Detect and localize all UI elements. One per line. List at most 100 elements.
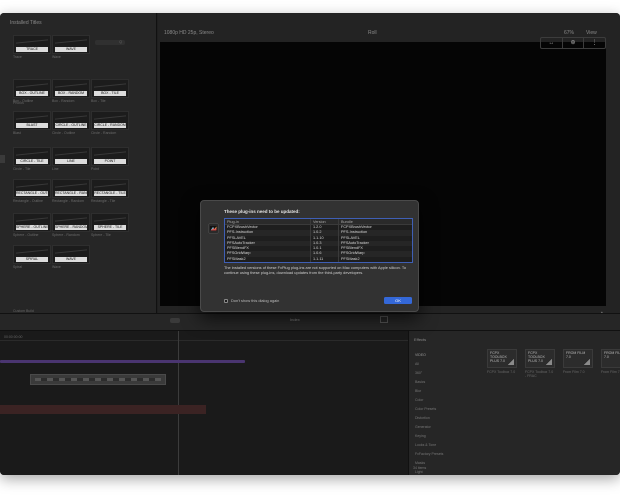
title-thumbnail[interactable]: RECTANGLE - TILE [91, 179, 129, 198]
effects-category-item[interactable]: Looks & Tone [409, 441, 481, 450]
video-clip[interactable] [30, 374, 166, 385]
title-thumbnail[interactable]: SPHERE - TILE [91, 213, 129, 232]
column-header-bundle[interactable]: Bundle [338, 219, 412, 224]
effects-category-item[interactable]: Blur [409, 387, 481, 396]
dont-show-again-checkbox[interactable]: Don't show this dialog again [224, 298, 279, 303]
roll-toggle[interactable]: Roll [368, 30, 377, 36]
dialog-heading: These plug-ins need to be updated: [224, 209, 300, 214]
title-tag: TRACE [16, 47, 48, 52]
title-tag: RECTANGLE - RANDOM [55, 191, 87, 196]
title-thumbnail[interactable]: BOX - TILE [91, 79, 129, 98]
effect-caption: From Film 7.0 [563, 370, 585, 374]
title-thumbnail[interactable]: TRACE [13, 35, 51, 54]
title-thumbnail[interactable]: WAVE [52, 245, 90, 264]
title-clip[interactable] [0, 360, 245, 363]
title-tile[interactable]: RECTANGLE - RANDOM Rectangle - Random [52, 179, 90, 203]
title-tile[interactable]: BOX - RANDOM Box - Random [52, 79, 90, 103]
title-tag: WAVE [55, 47, 87, 52]
version-cell: 1.1.11 [310, 256, 338, 262]
title-tile[interactable]: WAVE Wave [52, 245, 90, 269]
effects-category-item[interactable]: Generator [409, 423, 481, 432]
view-menu[interactable]: View [586, 30, 597, 36]
effect-thumbnail[interactable]: FCPX TOOLBOX PLUS 7.0 [487, 349, 517, 368]
title-tile[interactable]: SPHERE - TILE Sphere - Tile [91, 213, 129, 237]
effects-category-item[interactable]: Basics [409, 378, 481, 387]
item-count: 34 items [413, 466, 427, 470]
ok-button[interactable]: OK [384, 297, 412, 304]
column-header-version[interactable]: Version [310, 219, 338, 224]
plugin-table[interactable]: Plug-in Version Bundle FCPXBrushVector 1.… [224, 218, 413, 263]
title-thumbnail[interactable]: BLAST [13, 111, 51, 130]
checkbox-box[interactable] [224, 298, 228, 303]
title-tile[interactable]: RECTANGLE - OUTLINE Rectangle - Outline [13, 179, 51, 203]
titles-browser: Installed Titles Q Photos Custom Build T… [0, 13, 157, 313]
playhead[interactable] [178, 331, 179, 475]
timeline-ruler[interactable]: 00:00:00:00 [0, 333, 408, 341]
title-tile[interactable]: WAVE Wave [52, 35, 90, 59]
effects-category-item[interactable]: VIDEO [409, 351, 481, 360]
title-name: Blast [13, 131, 21, 135]
effect-thumbnail[interactable]: FROM FILM 7.0 [563, 349, 593, 368]
title-tile[interactable]: SPHERE - OUTLINE Sphere - Outline [13, 213, 51, 237]
effects-category-item[interactable]: Color [409, 396, 481, 405]
effects-category-item[interactable]: All [409, 360, 481, 369]
table-row[interactable]: PFSMask2 1.1.11 PFSMask2 [225, 256, 412, 262]
title-thumbnail[interactable]: BOX - RANDOM [52, 79, 90, 98]
title-tag: SPHERE - TILE [94, 225, 126, 230]
browser-title: Installed Titles [10, 20, 42, 26]
effects-category-item[interactable]: FxFactory Presets [409, 450, 481, 459]
title-thumbnail[interactable]: CIRCLE - TILE [13, 147, 51, 166]
effect-thumbnail[interactable]: FCPX TOOLBOX PLUS 7.0 [525, 349, 555, 368]
title-thumbnail[interactable]: SPHERE - RANDOM [52, 213, 90, 232]
clip-appearance-icon[interactable] [380, 316, 388, 323]
title-tile[interactable]: BOX - TILE Box - Tile [91, 79, 129, 103]
title-tile[interactable]: CIRCLE - OUTLINE Circle - Outline [52, 111, 90, 135]
effect-tile[interactable]: FCPX TOOLBOX PLUS 7.0 FCPX Toolbox 7.0 - … [525, 349, 555, 378]
title-name: Rectangle - Outline [13, 199, 43, 203]
title-thumbnail[interactable]: RECTANGLE - OUTLINE [13, 179, 51, 198]
title-thumbnail[interactable]: POINT [91, 147, 129, 166]
effects-category-item[interactable]: Keying [409, 432, 481, 441]
title-thumbnail[interactable]: RECTANGLE - RANDOM [52, 179, 90, 198]
effect-tile[interactable]: FROM FILM 7.0 From Film 7.0 [563, 349, 593, 374]
title-thumbnail[interactable]: SPHERE - OUTLINE [13, 213, 51, 232]
title-tag: SPHERE - OUTLINE [16, 225, 48, 230]
title-tile[interactable]: BOX - OUTLINE Box - Outline [13, 79, 51, 103]
overlay-icon[interactable]: ⊕ [563, 38, 585, 48]
column-header-plugin[interactable]: Plug-in [225, 219, 310, 224]
effect-tile[interactable]: FCPX TOOLBOX PLUS 7.0 FCPX Toolbox 7.0 [487, 349, 517, 374]
effects-category-item[interactable]: 360° [409, 369, 481, 378]
effects-category-item[interactable]: Color Presets [409, 405, 481, 414]
title-name: Box - Random [52, 99, 75, 103]
title-tag: CIRCLE - OUTLINE [55, 123, 87, 128]
options-icon[interactable]: ⋮ [584, 38, 605, 48]
effect-thumbnail[interactable]: FROM FILM 7.0 [601, 349, 620, 368]
transform-icon[interactable]: ↔ [541, 38, 563, 48]
effect-tile[interactable]: FROM FILM 7.0 From Film 7.0 [601, 349, 620, 374]
title-thumbnail[interactable]: SPIRAL [13, 245, 51, 264]
title-tile[interactable]: BLAST Blast [13, 111, 51, 135]
title-tile[interactable]: TRACE Trace [13, 35, 51, 59]
title-tile[interactable]: CIRCLE - TILE Circle - Tile [13, 147, 51, 171]
timeline-tool-button[interactable] [170, 318, 180, 323]
effects-category-item[interactable]: Distortion [409, 414, 481, 423]
audio-clip[interactable] [0, 405, 206, 414]
title-tile[interactable]: LINE Line [52, 147, 90, 171]
title-tile[interactable]: RECTANGLE - TILE Rectangle - Tile [91, 179, 129, 203]
timeline[interactable]: 00:00:00:00 [0, 331, 408, 475]
zoom-menu[interactable]: 67% [564, 30, 574, 36]
title-tile[interactable]: CIRCLE - RANDOM Circle - Random [91, 111, 129, 135]
title-name: Wave [52, 265, 61, 269]
title-tile[interactable]: POINT Point [91, 147, 129, 171]
title-thumbnail[interactable]: LINE [52, 147, 90, 166]
title-name: Sphere - Outline [13, 233, 39, 237]
title-thumbnail[interactable]: CIRCLE - RANDOM [91, 111, 129, 130]
sidebar-toggle[interactable] [0, 155, 5, 163]
index-button[interactable]: Index [290, 317, 300, 322]
title-thumbnail[interactable]: CIRCLE - OUTLINE [52, 111, 90, 130]
title-thumbnail[interactable]: WAVE [52, 35, 90, 54]
title-tile[interactable]: SPIRAL Spiral [13, 245, 51, 269]
title-thumbnail[interactable]: BOX - OUTLINE [13, 79, 51, 98]
browser-search-field[interactable]: Q [95, 40, 125, 45]
title-tile[interactable]: SPHERE - RANDOM Sphere - Random [52, 213, 90, 237]
